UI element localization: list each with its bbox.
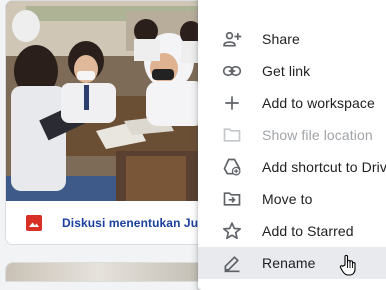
image-file-icon — [26, 215, 42, 231]
menu-item-add-to-workspace[interactable]: Add to workspace — [198, 87, 386, 119]
context-menu: Share Get link Add to workspace Show fil… — [198, 0, 386, 290]
menu-label-rename: Rename — [262, 255, 316, 271]
plus-icon — [225, 96, 239, 110]
person-add-icon — [223, 31, 242, 47]
menu-item-move-to[interactable]: Move to — [198, 183, 386, 215]
move-to-folder-icon — [223, 192, 241, 206]
menu-item-share[interactable]: Share — [198, 23, 386, 55]
menu-label-show-file-location: Show file location — [262, 127, 373, 143]
folder-icon — [223, 128, 241, 142]
hand-pointer-cursor-icon — [339, 254, 356, 276]
menu-item-add-shortcut[interactable]: Add shortcut to Drive — [198, 151, 386, 183]
menu-item-get-link[interactable]: Get link — [198, 55, 386, 87]
menu-item-show-file-location: Show file location — [198, 119, 386, 151]
add-to-drive-icon — [223, 158, 241, 176]
menu-item-add-to-starred[interactable]: Add to Starred — [198, 215, 386, 247]
pencil-icon — [224, 256, 240, 273]
menu-label-move-to: Move to — [262, 191, 313, 207]
link-icon — [222, 66, 242, 76]
star-outline-icon — [223, 222, 241, 240]
menu-label-add-to-workspace: Add to workspace — [262, 95, 375, 111]
menu-label-add-to-starred: Add to Starred — [262, 223, 354, 239]
menu-label-add-shortcut: Add shortcut to Drive — [262, 159, 386, 175]
menu-label-share: Share — [262, 31, 300, 47]
menu-label-get-link: Get link — [262, 63, 311, 79]
